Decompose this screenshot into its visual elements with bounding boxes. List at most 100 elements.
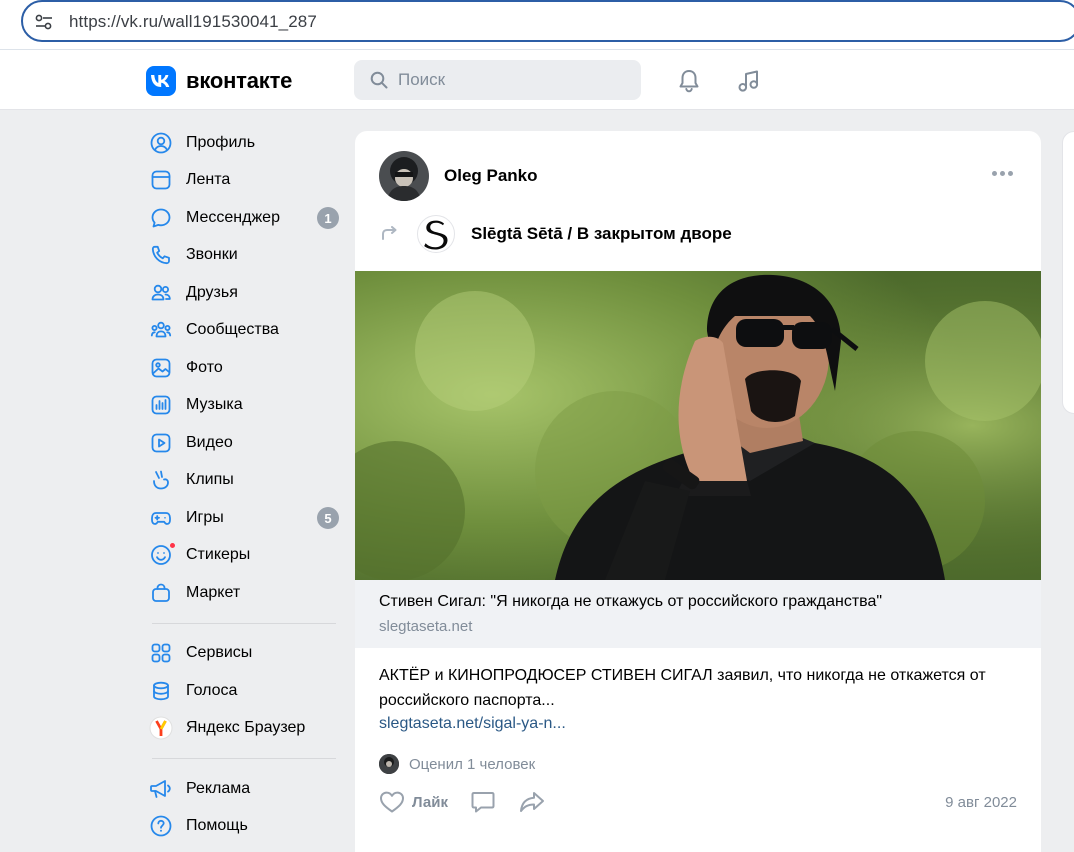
like-button[interactable]: Лайк bbox=[379, 790, 448, 814]
post-text: АКТЁР и КИНОПРОДЮСЕР СТИВЕН СИГАЛ заявил… bbox=[379, 667, 986, 709]
heart-icon bbox=[380, 791, 404, 813]
vk-logo-text: вконтакте bbox=[186, 68, 293, 93]
post-author[interactable]: Oleg Panko bbox=[379, 151, 538, 201]
sidebar-item-label: Профиль bbox=[186, 133, 256, 151]
like-label[interactable]: Лайк bbox=[412, 794, 448, 811]
sidebar-divider bbox=[152, 758, 336, 759]
search-box[interactable] bbox=[354, 60, 641, 100]
vk-logo[interactable]: вконтакте bbox=[146, 66, 292, 96]
sidebar-item-label: Музыка bbox=[186, 396, 243, 414]
sidebar-item-label: Видео bbox=[186, 433, 233, 451]
vk-logo-icon bbox=[146, 66, 176, 96]
sidebar-item-label: Сервисы bbox=[186, 644, 253, 662]
market-icon bbox=[149, 581, 173, 605]
repost-source-name[interactable]: Slēgtā Sētā / В закрытом дворе bbox=[471, 224, 732, 244]
sidebar-item-label: Голоса bbox=[186, 681, 238, 699]
counter-badge: 1 bbox=[317, 207, 339, 229]
sidebar-item-stickers[interactable]: Стикеры bbox=[146, 537, 346, 575]
sidebar-item-feed[interactable]: Лента bbox=[146, 162, 346, 200]
post-more-menu-icon[interactable] bbox=[992, 171, 1013, 176]
repost-source-avatar[interactable] bbox=[417, 215, 455, 253]
url-text[interactable]: https://vk.ru/wall191530041_287 bbox=[69, 12, 317, 32]
sidebar-item-friends[interactable]: Друзья bbox=[146, 274, 346, 312]
repost-arrow-icon bbox=[382, 226, 397, 240]
link-domain[interactable]: slegtaseta.net bbox=[379, 618, 472, 635]
games-icon bbox=[149, 506, 173, 530]
link-title[interactable]: Стивен Сигал: "Я никогда не откажусь от … bbox=[379, 593, 882, 611]
post-photo[interactable] bbox=[355, 271, 1041, 580]
search-icon bbox=[370, 71, 388, 89]
wall-post: Oleg Panko Slēgtā Sētā / В закрытом двор… bbox=[355, 131, 1041, 852]
url-field[interactable]: https://vk.ru/wall191530041_287 bbox=[21, 0, 1074, 42]
notifications-bell-icon[interactable] bbox=[676, 68, 702, 94]
messenger-icon bbox=[149, 206, 173, 230]
help-icon bbox=[149, 814, 173, 838]
sidebar-item-label: Стикеры bbox=[186, 546, 251, 564]
sidebar-item-votes[interactable]: Голоса bbox=[146, 672, 346, 710]
sidebar-item-label: Реклама bbox=[186, 779, 251, 797]
sidebar-item-yandex-browser[interactable]: Яндекс Браузер bbox=[146, 710, 346, 748]
search-input[interactable] bbox=[398, 70, 618, 90]
sidebar-item-music[interactable]: Музыка bbox=[146, 387, 346, 425]
yandex-browser-icon bbox=[149, 716, 173, 740]
sidebar-item-calls[interactable]: Звонки bbox=[146, 237, 346, 275]
sidebar-item-label: Мессенджер bbox=[186, 208, 280, 226]
new-indicator-dot bbox=[169, 542, 176, 550]
likers-count[interactable]: Оценил 1 человек bbox=[409, 756, 535, 773]
sidebar-item-ads[interactable]: Реклама bbox=[146, 770, 346, 808]
sidebar-item-games[interactable]: Игры 5 bbox=[146, 499, 346, 537]
sidebar-divider bbox=[152, 622, 336, 624]
sidebar-item-label: Друзья bbox=[186, 283, 238, 301]
communities-icon bbox=[149, 318, 173, 342]
sidebar-item-label: Игры bbox=[186, 508, 224, 526]
clips-icon bbox=[149, 468, 173, 492]
music-note-icon[interactable] bbox=[736, 68, 762, 94]
sidebar-item-label: Маркет bbox=[186, 583, 241, 601]
video-icon bbox=[149, 431, 173, 455]
sidebar-item-market[interactable]: Маркет bbox=[146, 574, 346, 612]
sidebar-item-services[interactable]: Сервисы bbox=[146, 635, 346, 673]
liker-avatar[interactable] bbox=[379, 754, 399, 774]
right-panel-card bbox=[1062, 131, 1074, 414]
share-button[interactable] bbox=[518, 790, 546, 814]
site-header: вконтакте bbox=[0, 50, 1074, 110]
repost-source[interactable]: Slēgtā Sētā / В закрытом дворе bbox=[381, 215, 732, 253]
sidebar-item-label: Клипы bbox=[186, 471, 234, 489]
comment-icon bbox=[471, 792, 495, 813]
sidebar-item-label: Сообщества bbox=[186, 321, 279, 339]
sidebar-item-video[interactable]: Видео bbox=[146, 424, 346, 462]
post-date[interactable]: 9 авг 2022 bbox=[945, 794, 1017, 811]
ads-icon bbox=[149, 777, 173, 801]
votes-icon bbox=[149, 679, 173, 703]
sidebar-item-label: Помощь bbox=[186, 817, 248, 835]
site-settings-icon[interactable] bbox=[35, 14, 53, 30]
sidebar-item-profile[interactable]: Профиль bbox=[146, 124, 346, 162]
sidebar-item-photo[interactable]: Фото bbox=[146, 349, 346, 387]
sidebar-item-label: Лента bbox=[186, 171, 231, 189]
stickers-icon bbox=[149, 542, 176, 567]
sidebar-item-clips[interactable]: Клипы bbox=[146, 462, 346, 500]
feed-icon bbox=[149, 168, 173, 192]
author-name[interactable]: Oleg Panko bbox=[444, 166, 538, 186]
post-text-link[interactable]: slegtaseta.net/sigal-ya-n... bbox=[379, 715, 566, 733]
likers-summary[interactable]: Оценил 1 человек bbox=[379, 754, 535, 774]
calls-icon bbox=[149, 243, 173, 267]
photo-icon bbox=[149, 356, 173, 380]
sidebar-item-help[interactable]: Помощь bbox=[146, 808, 346, 846]
sidebar-item-label: Фото bbox=[186, 358, 223, 376]
friends-icon bbox=[149, 281, 173, 305]
sidebar-item-communities[interactable]: Сообщества bbox=[146, 312, 346, 350]
sidebar-item-messenger[interactable]: Мессенджер 1 bbox=[146, 199, 346, 237]
counter-badge: 5 bbox=[317, 507, 339, 529]
browser-address-bar: https://vk.ru/wall191530041_287 bbox=[0, 0, 1074, 50]
left-sidebar: Профиль Лента Мессенджер 1 Звонки Друзья Сообщ… bbox=[146, 124, 346, 845]
comment-button[interactable] bbox=[470, 790, 496, 814]
profile-icon bbox=[149, 131, 173, 155]
link-snippet[interactable]: Стивен Сигал: "Я никогда не откажусь от … bbox=[355, 580, 1041, 648]
services-icon bbox=[149, 641, 173, 665]
sidebar-item-label: Яндекс Браузер bbox=[186, 719, 306, 737]
share-arrow-icon bbox=[519, 792, 544, 812]
sidebar-item-label: Звонки bbox=[186, 246, 238, 264]
post-actions: Лайк bbox=[379, 790, 568, 814]
author-avatar[interactable] bbox=[379, 151, 429, 201]
